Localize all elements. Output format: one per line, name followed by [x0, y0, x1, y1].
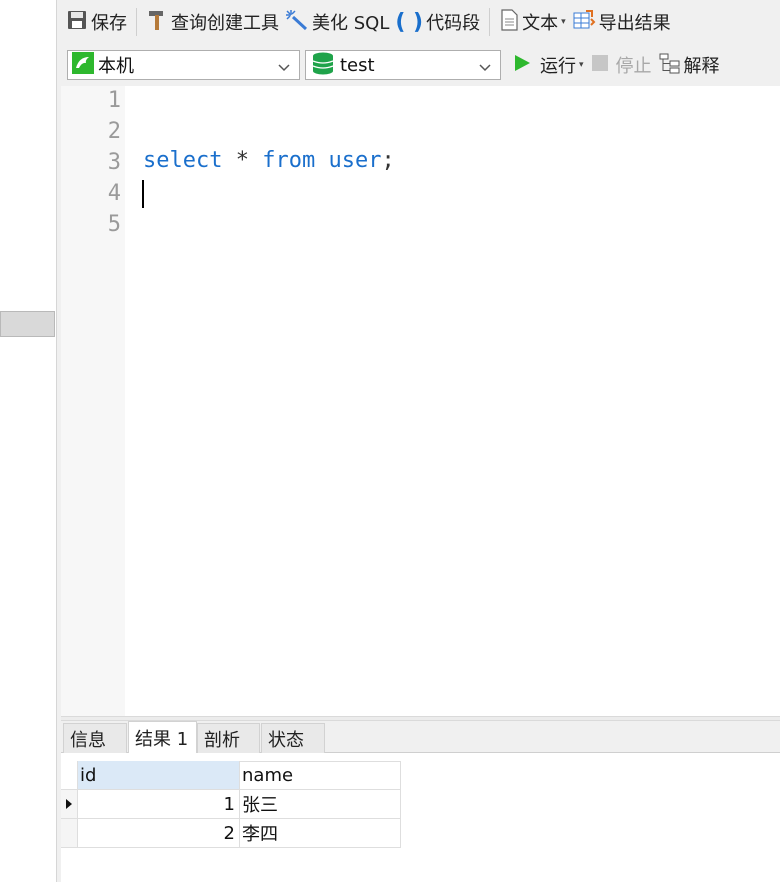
stop-icon	[590, 53, 610, 78]
tab-result-1[interactable]: 结果 1	[128, 721, 197, 753]
tab-status[interactable]: 状态	[261, 723, 325, 753]
line-number-gutter: 1 2 3 4 5	[61, 86, 125, 716]
explain-button[interactable]: 解释	[655, 49, 723, 81]
stop-button[interactable]: 停止	[587, 49, 655, 81]
sql-table-name: user	[328, 148, 382, 173]
sql-semicolon: ;	[381, 148, 395, 173]
panel-splitter-handle[interactable]	[0, 311, 55, 337]
save-icon	[66, 9, 88, 36]
row-header-corner	[61, 761, 78, 790]
code-snippet-button[interactable]: ( ) 代码段	[392, 6, 483, 38]
table-cell-name[interactable]: 李四	[240, 819, 401, 848]
sql-operator: *	[222, 148, 263, 173]
toolbar-separator	[489, 8, 491, 36]
sql-keyword: from	[262, 148, 316, 173]
line-number: 1	[107, 88, 121, 113]
chevron-down-icon	[277, 58, 291, 79]
query-builder-button[interactable]: 查询创建工具	[143, 6, 282, 38]
play-icon	[512, 53, 532, 78]
toolbar-separator	[136, 8, 137, 36]
text-mode-button[interactable]: 文本 ▾	[496, 6, 569, 38]
table-cell-id[interactable]: 1	[78, 790, 240, 819]
table-cell-name[interactable]: 张三	[240, 790, 401, 819]
beautify-sql-button[interactable]: 美化 SQL	[282, 6, 392, 38]
chevron-down-icon	[478, 58, 492, 79]
column-header-name[interactable]: name	[240, 761, 401, 790]
export-table-icon	[572, 9, 596, 36]
result-tabs: 信息 结果 1 剖析 状态	[61, 721, 780, 753]
result-grid: id name 1 张三 2 李四	[61, 753, 780, 882]
sql-space	[315, 148, 328, 173]
current-row-indicator-icon	[61, 790, 78, 819]
text-cursor	[142, 180, 144, 208]
main-toolbar: 保存 查询创建工具 美化 SQL ( ) 代码段 文本 ▾ 导出结果	[61, 0, 780, 44]
line-number: 4	[107, 181, 121, 206]
document-icon	[499, 8, 519, 36]
sql-editor[interactable]: 1 2 3 4 5 select * from user;	[61, 86, 780, 716]
run-button[interactable]: 运行 ▾	[509, 49, 587, 81]
export-results-button[interactable]: 导出结果	[569, 6, 674, 38]
connection-value: 本机	[98, 56, 134, 77]
hammer-icon	[146, 9, 168, 36]
tab-profile[interactable]: 剖析	[197, 723, 260, 753]
sql-code-line[interactable]: select * from user;	[143, 148, 395, 173]
database-select[interactable]: test	[305, 50, 501, 80]
row-header	[61, 819, 78, 848]
chevron-down-icon[interactable]: ▾	[579, 60, 584, 70]
line-number: 2	[107, 119, 121, 144]
connection-select[interactable]: 本机	[67, 50, 300, 80]
line-number: 5	[107, 212, 121, 237]
table-cell-id[interactable]: 2	[78, 819, 240, 848]
database-icon	[311, 51, 335, 80]
explain-tree-icon	[658, 52, 682, 79]
database-value: test	[340, 54, 375, 76]
mysql-dolphin-icon	[71, 51, 95, 80]
sql-keyword: select	[143, 148, 223, 173]
left-panel	[0, 0, 57, 882]
column-header-id[interactable]: id	[78, 761, 240, 790]
save-button[interactable]: 保存	[63, 6, 130, 38]
chevron-down-icon[interactable]: ▾	[561, 17, 566, 27]
tab-info[interactable]: 信息	[63, 723, 127, 753]
line-number: 3	[107, 150, 121, 175]
connection-toolbar: 本机 test 运行 ▾ 停止 解释	[61, 44, 780, 86]
magic-wand-icon	[285, 9, 309, 36]
parentheses-icon: ( )	[395, 9, 424, 35]
